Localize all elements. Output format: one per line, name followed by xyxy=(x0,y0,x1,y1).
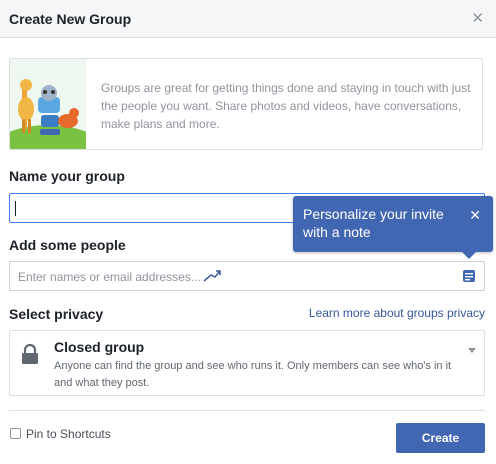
animals-illustration xyxy=(10,59,86,149)
pin-shortcuts-label: Pin to Shortcuts xyxy=(26,427,111,441)
note-icon[interactable] xyxy=(462,269,476,283)
learn-more-privacy-link[interactable]: Learn more about groups privacy xyxy=(309,306,485,320)
pin-shortcuts-checkbox[interactable] xyxy=(10,428,21,439)
dialog-header: Create New Group ✕ xyxy=(0,0,496,38)
chevron-down-icon xyxy=(468,348,476,353)
intro-text: Groups are great for getting things done… xyxy=(101,81,471,131)
lock-icon xyxy=(22,343,38,364)
tooltip-text: Personalize your invite with a note xyxy=(303,206,444,240)
tooltip-arrow xyxy=(462,252,476,259)
privacy-option-title: Closed group xyxy=(54,339,145,355)
people-placeholder: Enter names or email addresses... xyxy=(18,270,201,284)
privacy-select[interactable]: Closed group Anyone can find the group a… xyxy=(9,330,485,396)
create-button[interactable]: Create xyxy=(396,423,485,453)
footer-divider xyxy=(9,410,485,411)
intro-banner: Groups are great for getting things done… xyxy=(9,58,483,150)
add-people-input[interactable]: Enter names or email addresses... xyxy=(9,261,485,291)
name-label: Name your group xyxy=(9,168,125,184)
close-icon[interactable]: ✕ xyxy=(471,11,484,27)
privacy-label: Select privacy xyxy=(9,306,104,322)
dialog-title: Create New Group xyxy=(9,11,132,27)
cursor-icon xyxy=(203,270,221,282)
text-caret xyxy=(15,201,16,216)
privacy-option-description: Anyone can find the group and see who ru… xyxy=(54,360,452,389)
people-label: Add some people xyxy=(9,237,126,253)
tooltip-close-icon[interactable]: ✕ xyxy=(469,207,481,224)
personalize-tooltip: Personalize your invite with a note ✕ xyxy=(293,196,493,259)
